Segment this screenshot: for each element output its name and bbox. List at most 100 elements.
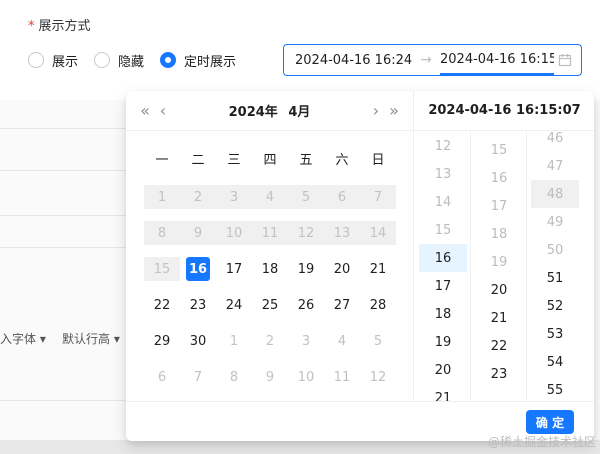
divider xyxy=(0,215,130,216)
calendar-day[interactable]: 26 xyxy=(288,287,324,323)
calendar-day[interactable]: 30 xyxy=(180,323,216,359)
time-cell[interactable]: 55 xyxy=(531,376,579,401)
time-cell[interactable]: 53 xyxy=(531,320,579,348)
time-cell[interactable]: 21 xyxy=(475,304,523,332)
calendar-day[interactable]: 25 xyxy=(252,287,288,323)
radio-show[interactable]: 展示 xyxy=(28,51,78,70)
prev-year-icon[interactable]: « xyxy=(136,101,154,120)
calendar-day[interactable]: 11 xyxy=(324,359,360,395)
time-cell[interactable]: 51 xyxy=(531,264,579,292)
calendar-day[interactable]: 24 xyxy=(216,287,252,323)
calendar-day[interactable]: 21 xyxy=(360,251,396,287)
calendar-day[interactable]: 3 xyxy=(288,323,324,359)
time-cell[interactable]: 22 xyxy=(475,332,523,360)
radio-circle-checked[interactable] xyxy=(160,52,177,68)
time-cell[interactable]: 16 xyxy=(419,244,467,272)
radio-circle[interactable] xyxy=(28,52,44,68)
radio-hide[interactable]: 隐藏 xyxy=(94,51,144,70)
radio-circle[interactable] xyxy=(94,52,111,68)
time-cell[interactable]: 18 xyxy=(475,220,523,248)
calendar-day[interactable]: 5 xyxy=(360,323,396,359)
confirm-button[interactable]: 确 定 xyxy=(526,410,574,434)
time-cell[interactable]: 18 xyxy=(419,300,467,328)
calendar-day[interactable]: 9 xyxy=(180,215,216,251)
time-cell[interactable]: 17 xyxy=(475,192,523,220)
calendar-day[interactable]: 7 xyxy=(180,359,216,395)
calendar-day[interactable]: 2 xyxy=(180,179,216,215)
calendar-day-selected[interactable]: 16 xyxy=(180,251,216,287)
time-cell[interactable]: 16 xyxy=(475,164,523,192)
display-mode-radio-group: 展示 隐藏 定时展示 xyxy=(28,48,252,72)
line-height-select[interactable]: 默认行高 ▾ xyxy=(62,330,120,347)
watermark: @稀土掘金技术社区 xyxy=(487,435,596,449)
calendar-day[interactable]: 12 xyxy=(288,215,324,251)
time-cell[interactable]: 21 xyxy=(419,384,467,402)
time-cell[interactable]: 14 xyxy=(419,188,467,216)
datetime-range-input[interactable]: 2024-04-16 16:24:59 → 2024-04-16 16:15:0… xyxy=(283,44,582,76)
radio-scheduled[interactable]: 定时展示 xyxy=(160,51,236,70)
calendar-day[interactable]: 27 xyxy=(324,287,360,323)
calendar-day[interactable]: 19 xyxy=(288,251,324,287)
time-cell[interactable]: 20 xyxy=(419,356,467,384)
range-start-input[interactable]: 2024-04-16 16:24:59 xyxy=(284,53,412,68)
calendar-day[interactable]: 6 xyxy=(144,359,180,395)
calendar-day[interactable]: 4 xyxy=(252,179,288,215)
time-cell[interactable]: 48 xyxy=(531,180,579,208)
time-cell[interactable]: 54 xyxy=(531,348,579,376)
range-end-input[interactable]: 2024-04-16 16:15:07 xyxy=(440,45,554,75)
time-cell[interactable]: 17 xyxy=(419,272,467,300)
next-month-icon[interactable]: › xyxy=(367,101,385,120)
calendar-day[interactable]: 28 xyxy=(360,287,396,323)
calendar-day[interactable]: 22 xyxy=(144,287,180,323)
calendar-day[interactable]: 10 xyxy=(288,359,324,395)
calendar-day[interactable]: 10 xyxy=(216,215,252,251)
display-mode-label: * 展示方式 xyxy=(28,19,91,34)
calendar-day[interactable]: 2 xyxy=(252,323,288,359)
time-cell[interactable]: 46 xyxy=(531,131,579,152)
datetime-picker-popup: « ‹ 2024年 4月 › » 一 二 三 四 五 六 日 123456789… xyxy=(126,91,594,441)
calendar-day[interactable]: 9 xyxy=(252,359,288,395)
calendar-day[interactable]: 3 xyxy=(216,179,252,215)
time-cell[interactable]: 12 xyxy=(419,132,467,160)
time-cell[interactable]: 52 xyxy=(531,292,579,320)
next-year-icon[interactable]: » xyxy=(385,101,403,120)
calendar-day[interactable]: 14 xyxy=(360,215,396,251)
calendar-day[interactable]: 11 xyxy=(252,215,288,251)
minute-column[interactable]: ▲ ▼ 151617181920212223 xyxy=(471,131,527,401)
prev-month-icon[interactable]: ‹ xyxy=(154,101,172,120)
calendar-day[interactable]: 8 xyxy=(216,359,252,395)
calendar-day[interactable]: 15 xyxy=(144,251,180,287)
calendar-day[interactable]: 20 xyxy=(324,251,360,287)
month-select[interactable]: 4月 xyxy=(288,105,310,120)
time-cell[interactable]: 19 xyxy=(419,328,467,356)
second-column[interactable]: 46 47 48 49 50 51 52 53 54 55 xyxy=(527,131,583,401)
time-cell[interactable]: 15 xyxy=(475,136,523,164)
time-cell[interactable]: 49 xyxy=(531,208,579,236)
calendar-day[interactable]: 18 xyxy=(252,251,288,287)
hour-column[interactable]: 12 13 14 15 16 17 18 19 20 21 xyxy=(415,131,471,401)
time-cell[interactable]: 13 xyxy=(419,160,467,188)
time-cell[interactable]: 50 xyxy=(531,236,579,264)
calendar-day[interactable]: 29 xyxy=(144,323,180,359)
time-cell[interactable]: 20 xyxy=(475,276,523,304)
calendar-day[interactable]: 8 xyxy=(144,215,180,251)
calendar-day[interactable]: 7 xyxy=(360,179,396,215)
calendar-day[interactable]: 5 xyxy=(288,179,324,215)
calendar-day[interactable]: 12 xyxy=(360,359,396,395)
calendar-day[interactable]: 4 xyxy=(324,323,360,359)
time-cell[interactable]: 23 xyxy=(475,360,523,388)
calendar-day[interactable]: 17 xyxy=(216,251,252,287)
time-cell[interactable]: 47 xyxy=(531,152,579,180)
calendar-icon[interactable] xyxy=(558,53,576,67)
year-select[interactable]: 2024年 xyxy=(229,105,278,120)
calendar-week-row: 8 9 10 11 12 13 14 xyxy=(144,215,400,251)
font-select[interactable]: 入字体 ▾ xyxy=(0,330,46,347)
calendar-day[interactable]: 1 xyxy=(216,323,252,359)
time-cell[interactable]: 19 xyxy=(475,248,523,276)
calendar-day[interactable]: 6 xyxy=(324,179,360,215)
calendar-day[interactable]: 23 xyxy=(180,287,216,323)
calendar-day[interactable]: 1 xyxy=(144,179,180,215)
time-cell[interactable]: 15 xyxy=(419,216,467,244)
calendar-week-row: 29 30 1 2 3 4 5 xyxy=(144,323,400,359)
calendar-day[interactable]: 13 xyxy=(324,215,360,251)
